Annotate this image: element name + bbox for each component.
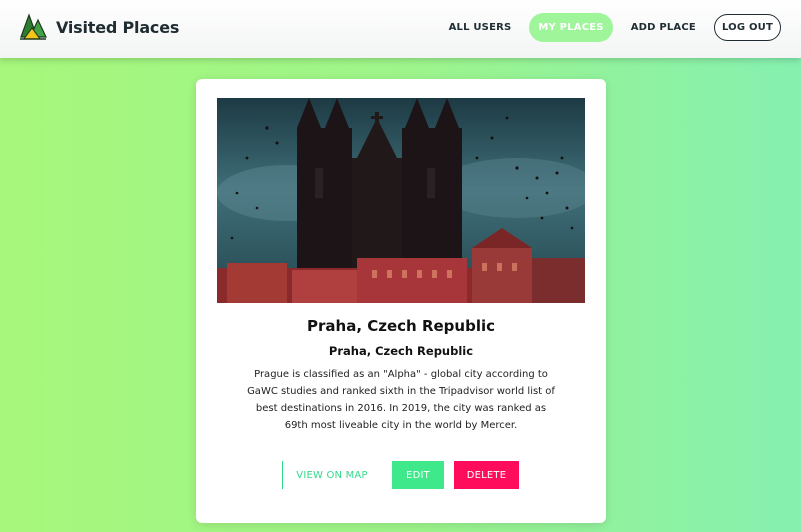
nav-add-place[interactable]: ADD PLACE [631,22,696,33]
brand[interactable]: Visited Places [18,12,179,42]
brand-title: Visited Places [56,17,180,37]
view-on-map-button[interactable]: VIEW ON MAP [282,461,381,489]
place-title: Praha, Czech Republic [307,317,495,335]
place-card: Praha, Czech Republic Praha, Czech Repub… [196,79,606,523]
nav-my-places[interactable]: MY PLACES [529,13,613,42]
top-navbar: Visited Places ALL USERS MY PLACES ADD P… [0,0,801,58]
nav-links: ALL USERS MY PLACES ADD PLACE LOG OUT [449,13,781,42]
church-photo-image [217,98,585,303]
mountain-tent-icon [20,13,47,40]
place-description: Prague is classified as an "Alpha" - glo… [247,369,555,431]
edit-button[interactable]: EDIT [392,461,444,489]
place-subtitle: Praha, Czech Republic [328,344,474,358]
delete-button[interactable]: DELETE [454,461,519,489]
nav-all-users[interactable]: ALL USERS [449,22,512,33]
logout-button[interactable]: LOG OUT [713,14,781,41]
place-image [217,98,585,303]
